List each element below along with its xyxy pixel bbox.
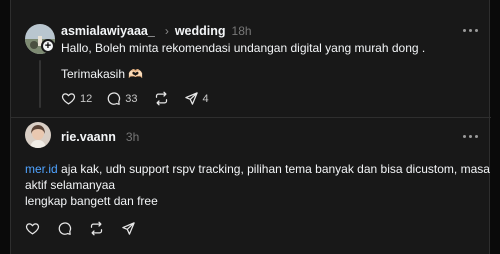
- comment-button[interactable]: [57, 221, 72, 236]
- like-button[interactable]: 12: [61, 91, 92, 106]
- repost-icon: [90, 221, 103, 236]
- post-text-line-2: Terimakasih 🫶🏻: [61, 67, 144, 81]
- comment-button[interactable]: 33: [106, 91, 138, 106]
- reply-text: aja kak, udh support rspv tracking, pili…: [57, 162, 490, 176]
- repost-icon: [155, 91, 167, 106]
- heart-icon: [25, 223, 40, 235]
- topic-tag[interactable]: wedding: [175, 24, 226, 38]
- timestamp: 18h: [231, 24, 252, 38]
- reply-text-line-1: mer.id aja kak, udh support rspv trackin…: [25, 161, 490, 177]
- feed-panel: + asmialawiyaaa_ › wedding 18h Hallo, Bo…: [10, 0, 491, 254]
- like-count: 12: [80, 92, 93, 105]
- share-button[interactable]: [121, 221, 136, 236]
- reply-text-line-3: lengkap bangett dan free: [25, 194, 158, 208]
- more-icon[interactable]: [463, 135, 478, 138]
- more-icon[interactable]: [463, 29, 478, 32]
- thread-post[interactable]: + asmialawiyaaa_ › wedding 18h Hallo, Bo…: [11, 0, 491, 118]
- comment-count: 33: [125, 92, 138, 105]
- reply-header: rie.vaann 3h: [61, 130, 139, 144]
- thread-line: [39, 60, 41, 108]
- comment-icon: [107, 92, 121, 105]
- heart-icon: [61, 93, 76, 105]
- username[interactable]: rie.vaann: [61, 130, 116, 144]
- post-actions: 12 33 4: [61, 91, 209, 106]
- share-icon: [122, 222, 135, 235]
- repost-button[interactable]: [89, 221, 104, 236]
- chevron-right-icon: ›: [164, 24, 169, 38]
- reply-post[interactable]: rie.vaann 3h mer.id aja kak, udh support…: [11, 118, 491, 254]
- post-text-line-1: Hallo, Boleh minta rekomendasi undangan …: [61, 41, 426, 55]
- reply-actions: [25, 221, 136, 236]
- share-count: 4: [202, 92, 209, 105]
- post-header: asmialawiyaaa_ › wedding 18h: [61, 24, 252, 38]
- like-button[interactable]: [25, 221, 40, 236]
- timestamp: 3h: [125, 130, 140, 144]
- share-button[interactable]: 4: [184, 91, 209, 106]
- mention-link[interactable]: mer.id: [25, 162, 58, 176]
- username[interactable]: asmialawiyaaa_: [61, 24, 155, 38]
- repost-button[interactable]: [154, 91, 169, 106]
- comment-icon: [58, 222, 72, 235]
- avatar[interactable]: [25, 122, 51, 148]
- follow-plus-icon[interactable]: +: [41, 39, 55, 53]
- share-icon: [184, 92, 198, 105]
- reply-text-line-2: aktif selamanyaa: [25, 178, 116, 192]
